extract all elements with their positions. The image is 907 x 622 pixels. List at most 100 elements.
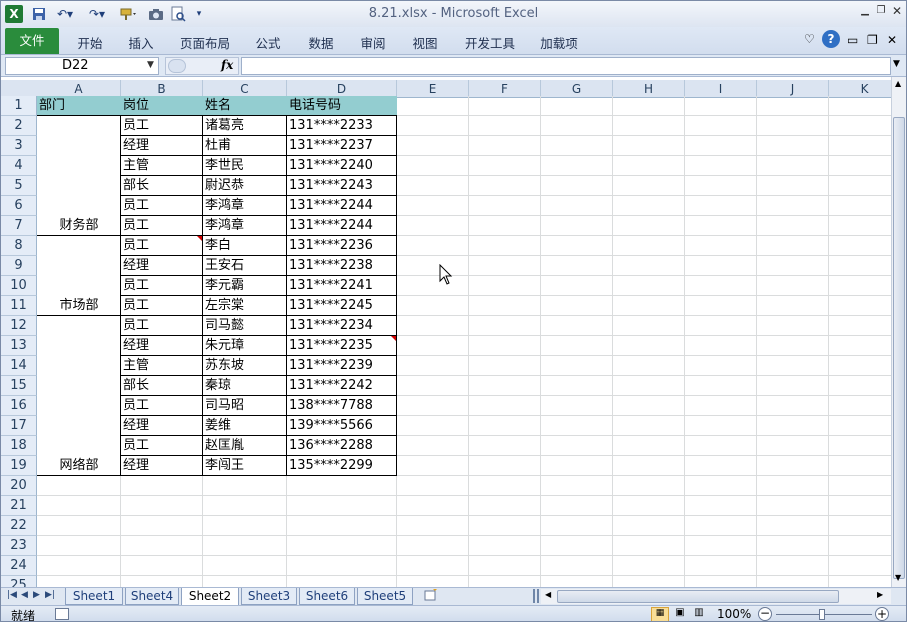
table-cell[interactable]: 尉迟恭 (203, 176, 287, 196)
tab-page-layout[interactable]: 页面布局 (175, 33, 235, 51)
formula-expand-icon[interactable]: ▼ (893, 59, 900, 69)
table-cell[interactable]: 131****2244 (287, 196, 397, 216)
column-header-h[interactable]: H (613, 80, 685, 98)
table-cell[interactable]: 赵匡胤 (203, 436, 287, 456)
table-cell[interactable]: 苏东坡 (203, 356, 287, 376)
row-header-23[interactable]: 23 (1, 536, 37, 556)
vertical-scroll-thumb[interactable] (893, 117, 905, 579)
row-header-13[interactable]: 13 (1, 336, 37, 356)
column-header-f[interactable]: F (469, 80, 541, 98)
name-box-dropdown-icon[interactable]: ▼ (147, 60, 154, 70)
table-cell[interactable]: 139****5566 (287, 416, 397, 436)
table-cell[interactable]: 杜甫 (203, 136, 287, 156)
prev-sheet-icon[interactable]: ◀ (21, 590, 28, 600)
table-cell[interactable]: 131****2245 (287, 296, 397, 316)
table-cell[interactable]: 131****2241 (287, 276, 397, 296)
macro-record-icon[interactable] (55, 608, 69, 620)
row-header-9[interactable]: 9 (1, 256, 37, 276)
table-cell[interactable]: 司马昭 (203, 396, 287, 416)
row-header-12[interactable]: 12 (1, 316, 37, 336)
table-cell[interactable]: 部长 (121, 376, 203, 396)
row-header-4[interactable]: 4 (1, 156, 37, 176)
table-cell[interactable]: 员工 (121, 116, 203, 136)
table-header-cell[interactable]: 姓名 (203, 96, 287, 116)
insert-function-button[interactable]: fx (221, 58, 233, 72)
table-header-cell[interactable]: 部门 (37, 96, 121, 116)
row-header-15[interactable]: 15 (1, 376, 37, 396)
column-header-j[interactable]: J (757, 80, 829, 98)
table-cell[interactable]: 司马懿 (203, 316, 287, 336)
formula-input[interactable] (241, 57, 891, 75)
table-cell[interactable]: 131****2238 (287, 256, 397, 276)
table-cell[interactable]: 131****2239 (287, 356, 397, 376)
table-cell[interactable]: 138****7788 (287, 396, 397, 416)
table-cell[interactable]: 主管 (121, 156, 203, 176)
table-cell[interactable]: 经理 (121, 256, 203, 276)
table-cell[interactable]: 员工 (121, 276, 203, 296)
table-cell[interactable]: 经理 (121, 336, 203, 356)
workbook-minimize-icon[interactable]: ▭ (847, 33, 858, 47)
table-cell[interactable]: 131****2234 (287, 316, 397, 336)
sheet-tab-sheet4[interactable]: Sheet4 (125, 588, 179, 605)
row-header-19[interactable]: 19 (1, 456, 37, 476)
tab-home[interactable]: 开始 (73, 33, 107, 51)
tab-insert[interactable]: 插入 (124, 33, 158, 51)
tab-data[interactable]: 数据 (304, 33, 338, 51)
row-header-17[interactable]: 17 (1, 416, 37, 436)
table-cell[interactable]: 员工 (121, 316, 203, 336)
column-header-g[interactable]: G (541, 80, 613, 98)
table-cell[interactable]: 朱元璋 (203, 336, 287, 356)
workbook-close-icon[interactable]: ✕ (887, 33, 897, 47)
zoom-out-icon[interactable]: − (758, 607, 772, 621)
table-cell[interactable]: 左宗棠 (203, 296, 287, 316)
table-cell[interactable]: 经理 (121, 416, 203, 436)
next-sheet-icon[interactable]: ▶ (33, 590, 40, 600)
ribbon-collapse-icon[interactable]: ♡ (804, 32, 815, 46)
table-cell[interactable]: 李世民 (203, 156, 287, 176)
table-cell[interactable]: 李元霸 (203, 276, 287, 296)
row-header-25[interactable]: 25 (1, 576, 37, 587)
vertical-scrollbar[interactable]: ▲ ▼ (891, 77, 906, 587)
table-cell[interactable]: 王安石 (203, 256, 287, 276)
column-header-i[interactable]: I (685, 80, 757, 98)
zoom-slider-thumb[interactable] (819, 609, 825, 620)
table-cell[interactable]: 135****2299 (287, 456, 397, 476)
row-header-21[interactable]: 21 (1, 496, 37, 516)
table-cell[interactable]: 员工 (121, 396, 203, 416)
horizontal-scrollbar[interactable]: ◀ ▶ (541, 589, 891, 604)
table-cell[interactable]: 131****2244 (287, 216, 397, 236)
row-header-22[interactable]: 22 (1, 516, 37, 536)
table-cell[interactable]: 131****2237 (287, 136, 397, 156)
row-header-11[interactable]: 11 (1, 296, 37, 316)
row-header-3[interactable]: 3 (1, 136, 37, 156)
tab-review[interactable]: 审阅 (356, 33, 390, 51)
table-cell[interactable]: 131****2242 (287, 376, 397, 396)
table-cell[interactable]: 经理 (121, 456, 203, 476)
scroll-up-icon[interactable]: ▲ (895, 79, 901, 88)
row-header-10[interactable]: 10 (1, 276, 37, 296)
table-cell[interactable]: 经理 (121, 136, 203, 156)
row-header-8[interactable]: 8 (1, 236, 37, 256)
zoom-level[interactable]: 100% (717, 607, 751, 621)
row-header-14[interactable]: 14 (1, 356, 37, 376)
table-cell[interactable]: 131****2243 (287, 176, 397, 196)
scroll-right-icon[interactable]: ▶ (877, 590, 883, 599)
insert-sheet-icon[interactable] (421, 588, 441, 604)
row-header-5[interactable]: 5 (1, 176, 37, 196)
table-cell[interactable]: 李鸿章 (203, 216, 287, 236)
tab-formulas[interactable]: 公式 (251, 33, 285, 51)
name-box[interactable]: D22 (5, 57, 159, 75)
row-header-7[interactable]: 7 (1, 216, 37, 236)
sheet-tab-sheet5[interactable]: Sheet5 (357, 588, 413, 605)
formula-toggle-icon[interactable] (168, 59, 186, 73)
column-header-e[interactable]: E (397, 80, 469, 98)
sheet-tab-sheet6[interactable]: Sheet6 (299, 588, 355, 605)
tab-view[interactable]: 视图 (408, 33, 442, 51)
table-cell[interactable]: 李闯王 (203, 456, 287, 476)
table-cell[interactable]: 员工 (121, 436, 203, 456)
normal-view-icon[interactable]: ▦ (651, 607, 669, 621)
table-cell[interactable]: 主管 (121, 356, 203, 376)
table-cell[interactable]: 秦琼 (203, 376, 287, 396)
table-cell[interactable]: 李白 (203, 236, 287, 256)
tab-split-handle[interactable] (533, 589, 539, 603)
